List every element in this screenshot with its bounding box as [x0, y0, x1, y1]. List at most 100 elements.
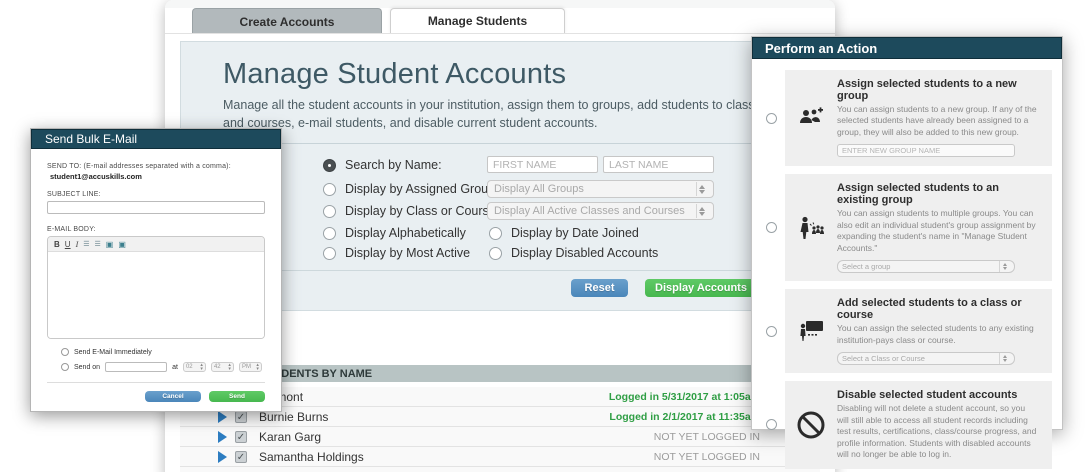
search-by-name-label: Search by Name:	[345, 158, 442, 172]
radio-disable-accounts[interactable]	[766, 419, 777, 430]
expand-arrow-icon[interactable]	[218, 451, 227, 463]
option-title: Add selected students to a class or cour…	[837, 297, 1038, 321]
select-stepper-icon	[999, 353, 1010, 364]
send-immediately-label: Send E-Mail Immediately	[74, 349, 152, 356]
bold-icon[interactable]: B	[54, 240, 60, 249]
student-name: Samantha Holdings	[259, 450, 654, 464]
ampm-select[interactable]: PM▴▾	[239, 362, 262, 372]
radio-class-course[interactable]	[323, 205, 336, 218]
divider	[201, 270, 801, 271]
row-checkbox[interactable]: ✓	[235, 451, 247, 463]
action-option-new-group[interactable]: Assign selected students to a new group …	[758, 70, 1052, 166]
radio-alphabetical[interactable]	[323, 227, 336, 240]
radio-send-immediately[interactable]	[61, 348, 69, 356]
hour-select[interactable]: 02▴▾	[183, 362, 206, 372]
tab-create-accounts[interactable]: Create Accounts	[192, 8, 382, 34]
page-description: Manage all the student accounts in your …	[223, 96, 768, 132]
window-top-strip	[165, 0, 835, 8]
divider	[47, 382, 265, 383]
group-select[interactable]: Display All Groups	[487, 180, 714, 198]
expand-arrow-icon[interactable]	[218, 431, 227, 443]
option-description: You can assign students to multiple grou…	[837, 208, 1038, 254]
row-checkbox[interactable]: ✓	[235, 411, 247, 423]
send-on-label: Send on	[74, 364, 100, 371]
new-group-name-input[interactable]	[837, 144, 1015, 157]
student-row[interactable]: ✓ Samantha Holdings NOT YET LOGGED IN	[180, 447, 820, 467]
screen: Create Accounts Manage Students Manage S…	[0, 0, 1092, 472]
most-active-label: Display by Most Active	[345, 246, 470, 260]
expand-arrow-icon[interactable]	[218, 411, 227, 423]
class-course-select[interactable]: Display All Active Classes and Courses	[487, 202, 714, 220]
cancel-button[interactable]: Cancel	[145, 391, 201, 402]
ordered-list-icon[interactable]: ☰	[83, 240, 89, 248]
subject-input[interactable]	[47, 201, 265, 214]
panel-titlebar: Perform an Action	[752, 37, 1062, 59]
divider	[223, 143, 759, 144]
option-title: Assign selected students to a new group	[837, 78, 1038, 102]
radio-existing-group[interactable]	[766, 222, 777, 233]
disable-icon	[785, 410, 837, 440]
group-existing-icon	[785, 216, 837, 240]
email-body-editor[interactable]: B U I ☰ ☰ ▣ ▣	[47, 236, 265, 339]
display-accounts-button[interactable]: Display Accounts	[645, 279, 757, 297]
send-to-value: student1@accuskills.com	[50, 172, 265, 181]
attach-image-icon[interactable]: ▣	[118, 240, 126, 249]
radio-assigned-group[interactable]	[323, 183, 336, 196]
send-button[interactable]: Send	[209, 391, 265, 402]
date-joined-label: Display by Date Joined	[511, 226, 639, 240]
radio-send-on[interactable]	[61, 363, 69, 371]
minute-select[interactable]: 42▴▾	[211, 362, 234, 372]
editor-toolbar: B U I ☰ ☰ ▣ ▣	[48, 237, 264, 252]
unordered-list-icon[interactable]: ☰	[95, 240, 101, 248]
option-description: You can assign the selected students to …	[837, 323, 1038, 346]
radio-disabled-accounts[interactable]	[489, 247, 502, 260]
italic-icon[interactable]: I	[76, 240, 79, 249]
send-bulk-email-dialog: Send Bulk E-Mail SEND TO: (E-mail addres…	[30, 128, 282, 412]
at-label: at	[172, 364, 178, 371]
radio-class-course-action[interactable]	[766, 326, 777, 337]
radio-date-joined[interactable]	[489, 227, 502, 240]
select-stepper-icon	[999, 261, 1010, 272]
select-a-group[interactable]: Select a group	[837, 260, 1015, 273]
student-name: Karan Garg	[259, 430, 654, 444]
subject-label: SUBJECT LINE:	[47, 191, 265, 198]
class-course-label: Display by Class or Course:	[345, 204, 499, 218]
classroom-icon	[785, 320, 837, 342]
last-name-input[interactable]	[603, 156, 714, 173]
page-title: Manage Student Accounts	[223, 58, 566, 91]
group-add-icon	[785, 107, 837, 129]
alphabetical-label: Display Alphabetically	[345, 226, 466, 240]
image-icon[interactable]: ▣	[106, 240, 114, 249]
email-body-label: E-MAIL BODY:	[47, 226, 265, 233]
reset-button[interactable]: Reset	[571, 279, 628, 297]
tab-bar: Create Accounts Manage Students	[165, 8, 835, 34]
send-date-input[interactable]	[105, 362, 167, 372]
student-name: Burnie Burns	[259, 410, 609, 424]
radio-most-active[interactable]	[323, 247, 336, 260]
student-name: Belmont	[259, 390, 609, 404]
select-stepper-icon	[696, 182, 707, 196]
option-title: Disable selected student accounts	[837, 389, 1038, 401]
disabled-accounts-label: Display Disabled Accounts	[511, 246, 658, 260]
first-name-input[interactable]	[487, 156, 598, 173]
perform-action-panel: Perform an Action Assign selected studen…	[751, 36, 1063, 430]
option-description: You can assign students to a new group. …	[837, 104, 1038, 138]
select-stepper-icon	[696, 204, 707, 218]
underline-icon[interactable]: U	[65, 240, 71, 249]
action-option-disable[interactable]: Disable selected student accounts Disabl…	[758, 381, 1052, 468]
row-checkbox[interactable]: ✓	[235, 431, 247, 443]
action-option-class-course[interactable]: Add selected students to a class or cour…	[758, 289, 1052, 373]
student-row[interactable]: ✓ Karan Garg NOT YET LOGGED IN	[180, 427, 820, 447]
email-body-textarea[interactable]	[48, 252, 264, 338]
select-a-class-or-course[interactable]: Select a Class or Course	[837, 352, 1015, 365]
send-to-label: SEND TO: (E-mail addresses separated wit…	[47, 163, 265, 170]
student-row	[180, 467, 820, 472]
radio-new-group[interactable]	[766, 113, 777, 124]
radio-search-by-name[interactable]	[323, 159, 336, 172]
assigned-group-label: Display by Assigned Group:	[345, 182, 499, 196]
option-description: Disabling will not delete a student acco…	[837, 403, 1038, 460]
dialog-titlebar[interactable]: Send Bulk E-Mail	[31, 129, 281, 149]
action-option-existing-group[interactable]: Assign selected students to an existing …	[758, 174, 1052, 281]
option-title: Assign selected students to an existing …	[837, 182, 1038, 206]
tab-manage-students[interactable]: Manage Students	[390, 8, 565, 34]
